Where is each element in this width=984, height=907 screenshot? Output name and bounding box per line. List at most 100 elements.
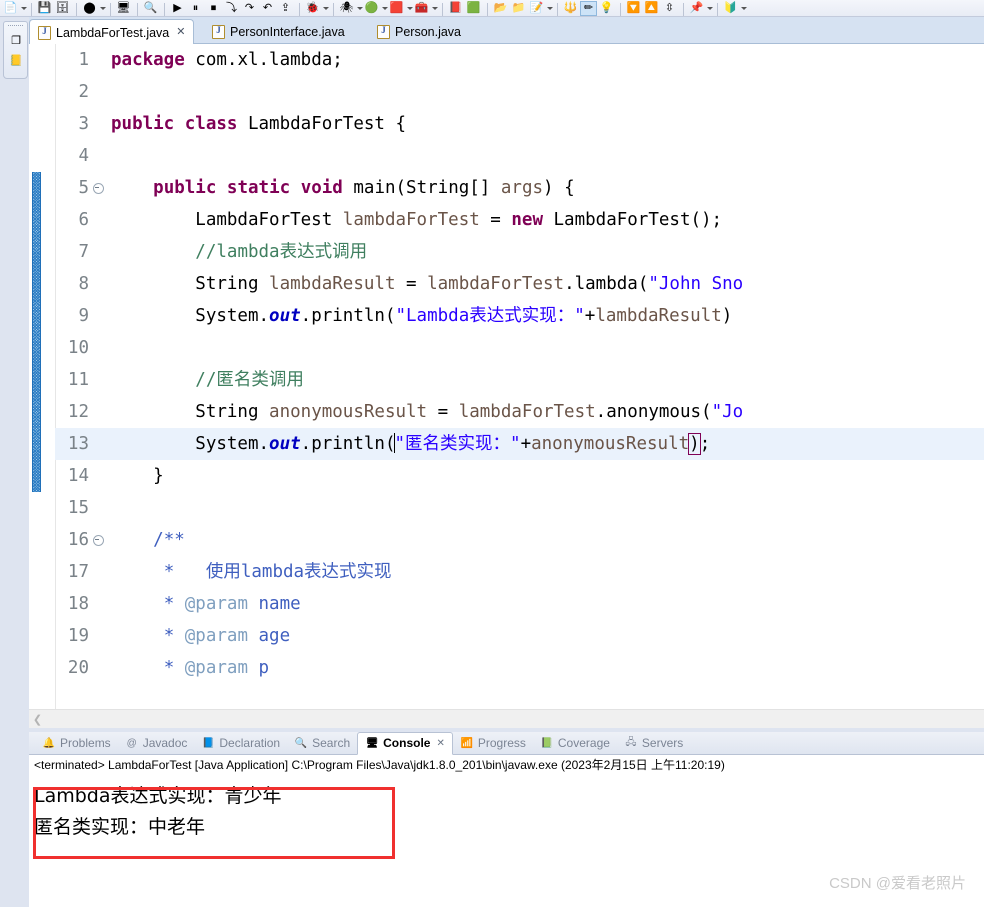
bottom-tab-declaration[interactable]: 📘 Declaration (194, 733, 287, 754)
line-text: String anonymousResult = lambdaForTest.a… (111, 402, 744, 422)
code-line[interactable]: 6 LambdaForTest lambdaForTest = new Lamb… (55, 204, 984, 236)
debug-resume-icon[interactable]: ▶ (169, 1, 186, 16)
rail-grip (8, 25, 23, 29)
debug-terminate-icon[interactable]: ⏹ (205, 1, 222, 16)
profile-icon[interactable]: 🕷 (338, 1, 355, 16)
external-tools-icon[interactable]: 🧰 (413, 1, 430, 16)
fold-collapse-icon[interactable] (91, 534, 105, 546)
close-icon[interactable]: ✕ (176, 27, 185, 38)
code-line[interactable]: 4 (55, 140, 984, 172)
open-type-icon[interactable]: 📕 (447, 1, 464, 16)
code-editor[interactable]: 1 package com.xl.lambda; 2 3 public class La… (29, 44, 984, 709)
code-line[interactable]: 19 * @param age (55, 620, 984, 652)
code-line[interactable]: 9 System.out.println("Lambda表达式实现："+lamb… (55, 300, 984, 332)
line-number: 15 (67, 498, 89, 518)
new-wizard-dropdown-arrow[interactable] (20, 1, 27, 16)
code-line[interactable]: 12 String anonymousResult = lambdaForTes… (55, 396, 984, 428)
new-wizard-icon[interactable]: 📄 (2, 1, 19, 16)
editor-tab-person[interactable]: Person.java (369, 19, 469, 44)
bottom-tab-servers[interactable]: 🖧 Servers (617, 733, 690, 754)
toggle-mark-occurrences-icon[interactable]: 🔱 (562, 1, 579, 16)
code-line[interactable]: 3 public class LambdaForTest { (55, 108, 984, 140)
last-edit-location-icon[interactable]: ⇳ (661, 1, 678, 16)
editor-horizontal-scrollbar[interactable]: ❮ (29, 709, 984, 728)
fold-collapse-icon[interactable] (91, 182, 105, 194)
code-line[interactable]: 20 * @param p (55, 652, 984, 684)
bottom-tab-search[interactable]: 🔍 Search (287, 733, 357, 754)
restore-icon[interactable]: ❐ (8, 32, 24, 48)
code-line[interactable]: 11 //匿名类调用 (55, 364, 984, 396)
code-line[interactable]: 18 * @param name (55, 588, 984, 620)
progress-icon: 📶 (460, 737, 474, 749)
bottom-tab-label: Declaration (219, 736, 281, 750)
code-line[interactable]: 10 (55, 332, 984, 364)
scroll-left-icon[interactable]: ❮ (29, 711, 46, 728)
code-line[interactable]: 2 (55, 76, 984, 108)
bottom-tab-javadoc[interactable]: @ Javadoc (118, 733, 195, 754)
code-line[interactable]: 16 /** (55, 524, 984, 556)
line-text: LambdaForTest lambdaForTest = new Lambda… (111, 210, 723, 230)
run-dropdown-arrow[interactable] (381, 1, 388, 16)
code-line[interactable]: 17 * 使用lambda表达式实现 (55, 556, 984, 588)
code-line[interactable]: 7 //lambda表达式调用 (55, 236, 984, 268)
save-icon[interactable]: 💾 (36, 1, 53, 16)
prev-annotation-icon[interactable]: 🔼 (643, 1, 660, 16)
bottom-tab-label: Problems (60, 736, 111, 750)
search-icon[interactable]: 🔍 (142, 1, 159, 16)
toolbar-separator (333, 3, 334, 16)
package-explorer-icon[interactable]: 📒 (8, 52, 24, 68)
run-last-launch-icon[interactable]: 🟢 (363, 1, 380, 16)
pin-dropdown-arrow[interactable] (706, 1, 713, 16)
toolbar-separator (31, 3, 32, 16)
profile-dropdown-arrow[interactable] (356, 1, 363, 16)
bottom-tab-problems[interactable]: 🔔 Problems (35, 733, 118, 754)
minimized-package-explorer-stack[interactable]: ❐ 📒 (3, 21, 28, 79)
new-file-dropdown-arrow[interactable] (546, 1, 553, 16)
toolbar-separator (442, 3, 443, 16)
bottom-tab-label: Servers (641, 736, 684, 750)
code-line[interactable]: 8 String lambdaResult = lambdaForTest.la… (55, 268, 984, 300)
debug-step-into-icon[interactable]: ⤵ (223, 1, 240, 16)
git-repository-icon[interactable]: 🟩 (465, 1, 482, 16)
open-folder-icon[interactable]: 📂 (492, 1, 509, 16)
coverage-dropdown-arrow[interactable] (406, 1, 413, 16)
code-line[interactable]: 14 } (55, 460, 984, 492)
external-tools-dropdown-arrow[interactable] (431, 1, 438, 16)
perspective-dropdown-arrow[interactable] (740, 1, 747, 16)
debug-step-over-icon[interactable]: ↷ (241, 1, 258, 16)
line-number: 5 (78, 178, 89, 198)
change-marker-bar (32, 172, 41, 492)
code-line[interactable]: 5 public static void main(String[] args)… (55, 172, 984, 204)
editor-tab-label: PersonInterface.java (230, 24, 345, 39)
toolbar-separator (717, 3, 718, 16)
save-all-icon[interactable]: 🗄 (54, 1, 71, 16)
editor-tab-lambdafortest[interactable]: LambdaForTest.java ✕ (29, 19, 195, 45)
coverage-icon[interactable]: 🟥 (388, 1, 405, 16)
bulb-quickfix-icon[interactable]: 💡 (598, 1, 615, 16)
line-text: * @param name (163, 594, 301, 614)
console-process-label: <terminated> LambdaForTest [Java Applica… (34, 758, 725, 772)
perspective-icon[interactable]: 🔰 (722, 1, 739, 16)
debug-drop-to-frame-icon[interactable]: ⇪ (277, 1, 294, 16)
code-line[interactable]: 13 System.out.println("匿名类实现："+anonymous… (55, 428, 984, 460)
code-line[interactable]: 15 (55, 492, 984, 524)
debug-step-return-icon[interactable]: ↶ (259, 1, 276, 16)
pin-editor-icon[interactable]: 📌 (688, 1, 705, 16)
code-line[interactable]: 1 package com.xl.lambda; (55, 44, 984, 76)
debug-dropdown-arrow[interactable] (322, 1, 329, 16)
print-dropdown-arrow[interactable] (99, 1, 106, 16)
debug-suspend-icon[interactable]: ⏸ (187, 1, 204, 16)
code-lines[interactable]: 1 package com.xl.lambda; 2 3 public class La… (55, 44, 984, 709)
new-java-file-icon[interactable]: 📝 (528, 1, 545, 16)
pencil-edit-icon[interactable]: ✏ (580, 1, 597, 16)
bottom-tab-coverage[interactable]: 📗 Coverage (533, 733, 617, 754)
next-annotation-icon[interactable]: 🔽 (625, 1, 642, 16)
editor-tab-personinterface[interactable]: PersonInterface.java (204, 19, 353, 44)
open-terminal-icon[interactable]: 🖥 (115, 1, 132, 16)
print-icon[interactable]: ⬤ (81, 1, 98, 16)
bottom-tab-console[interactable]: 🖥 Console ✕ (357, 731, 453, 755)
debug-last-launch-icon[interactable]: 🐞 (304, 1, 321, 16)
new-folder-icon[interactable]: 📁 (510, 1, 527, 16)
close-icon[interactable]: ✕ (436, 738, 444, 749)
bottom-tab-progress[interactable]: 📶 Progress (453, 733, 533, 754)
